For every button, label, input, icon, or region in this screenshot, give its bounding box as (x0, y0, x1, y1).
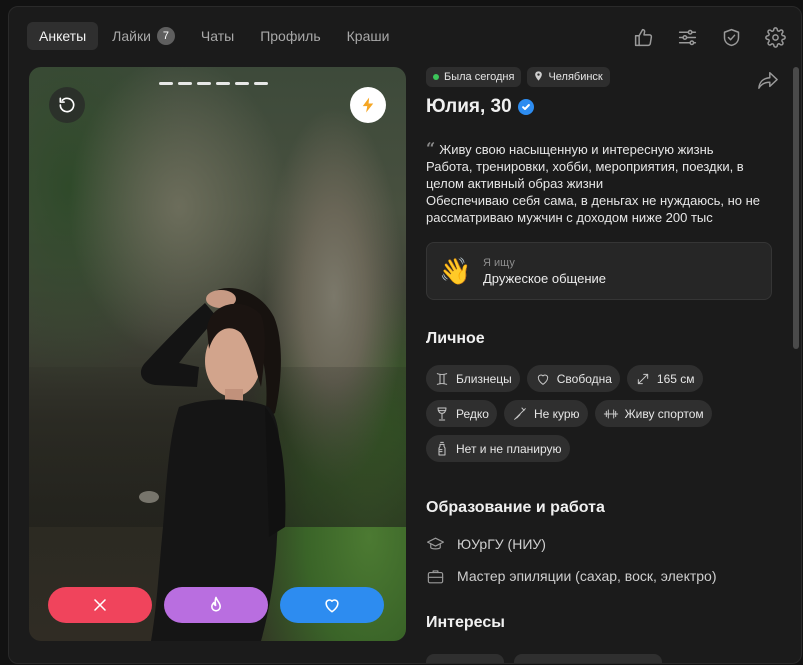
graduation-cap-icon (426, 537, 445, 549)
rewind-button[interactable] (49, 87, 85, 123)
tag-smoking: Не курю (503, 400, 588, 427)
heart-icon (325, 599, 339, 613)
person-photo (139, 287, 286, 641)
tag-height: 165 см (626, 365, 703, 392)
scrollbar[interactable] (793, 67, 799, 349)
education-row: ЮУрГУ (НИУ) (426, 531, 781, 557)
top-icons (629, 23, 789, 51)
share-arrow-icon (758, 72, 778, 89)
tab-profile[interactable]: Профиль (248, 22, 332, 50)
profile-info: Была сегодня Челябинск Юлия, 30 “Живу св… (426, 67, 781, 663)
tag-zodiac: Близнецы (426, 365, 520, 392)
tag-sport: Живу спортом (594, 400, 712, 427)
rewind-icon (59, 97, 75, 113)
tag-children: Нет и не планирую (426, 435, 570, 462)
interest-tags-peek (426, 654, 662, 663)
dislike-button[interactable] (48, 587, 152, 623)
tag-label: Нет и не планирую (456, 441, 562, 456)
baby-bottle-icon (438, 441, 446, 455)
no-smoking-icon (514, 407, 526, 420)
tag-relationship: Свободна (526, 365, 620, 392)
page-dot (235, 82, 249, 85)
thumbs-up-icon[interactable] (629, 23, 657, 51)
gear-icon[interactable] (761, 23, 789, 51)
page-dot (197, 82, 211, 85)
tag-label: 165 см (656, 371, 695, 386)
interests-title: Интересы (426, 614, 505, 631)
superlike-button[interactable] (164, 587, 268, 623)
name-row: Юлия, 30 (426, 96, 781, 118)
sliders-icon[interactable] (673, 23, 701, 51)
quote-icon: “ (426, 139, 436, 158)
photo-page-indicator (159, 82, 268, 85)
tag-alcohol: Редко (426, 400, 497, 427)
wine-glass-icon (437, 407, 447, 420)
seeking-value: Дружеское общение (483, 270, 606, 286)
online-status-text: Была сегодня (444, 71, 515, 83)
flame-icon (211, 596, 221, 612)
height-icon (637, 373, 649, 384)
page-dot (254, 82, 268, 85)
page-dot (216, 82, 230, 85)
bio-line: Обеспечиваю себя сама, в деньгах не нужд… (426, 193, 761, 225)
like-button[interactable] (280, 587, 384, 623)
personal-title: Личное (426, 330, 485, 347)
work-row: Мастер эпиляции (сахар, воск, электро) (426, 563, 781, 589)
shield-check-icon[interactable] (717, 23, 745, 51)
profile-name: Юлия, 30 (426, 96, 512, 117)
tab-chats[interactable]: Чаты (189, 22, 246, 50)
lightning-icon (362, 97, 374, 113)
tag-label: Свободна (556, 371, 612, 386)
interest-tag (514, 654, 662, 663)
interest-tag (426, 654, 504, 663)
tab-label: Чаты (200, 28, 235, 44)
tab-label: Анкеты (39, 28, 87, 44)
city-chip: Челябинск (527, 67, 610, 87)
seeking-card: 👋 Я ищу Дружеское общение (426, 242, 772, 300)
tab-label: Профиль (260, 28, 321, 44)
education-title: Образование и работа (426, 499, 605, 516)
city-text: Челябинск (548, 71, 603, 83)
tag-label: Живу спортом (624, 406, 704, 421)
waving-hand-icon: 👋 (439, 255, 472, 286)
boost-button[interactable] (350, 87, 386, 123)
university-text: ЮУрГУ (НИУ) (457, 536, 546, 552)
tab-ankety[interactable]: Анкеты (27, 22, 99, 50)
personal-tags: Близнецы Свободна 165 см Редко Не курю Ж… (426, 365, 776, 462)
bio-line: Работа, тренировки, хобби, мероприятия, … (426, 159, 744, 191)
top-nav: Анкеты Лайки 7 Чаты Профиль Краши (27, 22, 403, 50)
profile-meta: Была сегодня Челябинск (426, 67, 781, 87)
share-button[interactable] (755, 69, 781, 91)
profile-photo[interactable] (29, 67, 406, 641)
tag-label: Не курю (533, 406, 580, 421)
location-pin-icon (534, 70, 543, 84)
tab-likes[interactable]: Лайки 7 (100, 22, 187, 50)
tab-label: Лайки (112, 28, 151, 44)
app-window: Анкеты Лайки 7 Чаты Профиль Краши Была с… (8, 6, 802, 664)
online-status-chip: Была сегодня (426, 67, 522, 87)
page-dot (178, 82, 192, 85)
page-dot (159, 82, 173, 85)
swipe-actions (48, 587, 384, 623)
verified-check-icon (517, 99, 534, 115)
dumbbell-icon (603, 409, 618, 418)
seeking-text: Я ищу Дружеское общение (483, 257, 606, 286)
tab-crushes[interactable]: Краши (335, 22, 402, 50)
profile-bio: “Живу свою насыщенную и интересную жизнь… (426, 140, 781, 226)
gemini-icon (436, 372, 448, 385)
briefcase-icon (427, 569, 444, 583)
education-list: ЮУрГУ (НИУ) Мастер эпиляции (сахар, воск… (426, 531, 781, 589)
online-dot (433, 74, 439, 80)
bio-text: Живу свою насыщенную и интересную жизнь (439, 142, 714, 157)
job-text: Мастер эпиляции (сахар, воск, электро) (457, 568, 717, 584)
tag-label: Редко (456, 406, 489, 421)
heart-outline-icon (537, 374, 548, 385)
seeking-label: Я ищу (483, 256, 515, 269)
close-icon (94, 599, 106, 611)
bio-line: “Живу свою насыщенную и интересную жизнь (426, 140, 781, 158)
tab-label: Краши (346, 28, 390, 44)
likes-count-badge: 7 (156, 27, 175, 45)
tag-label: Близнецы (456, 371, 512, 386)
